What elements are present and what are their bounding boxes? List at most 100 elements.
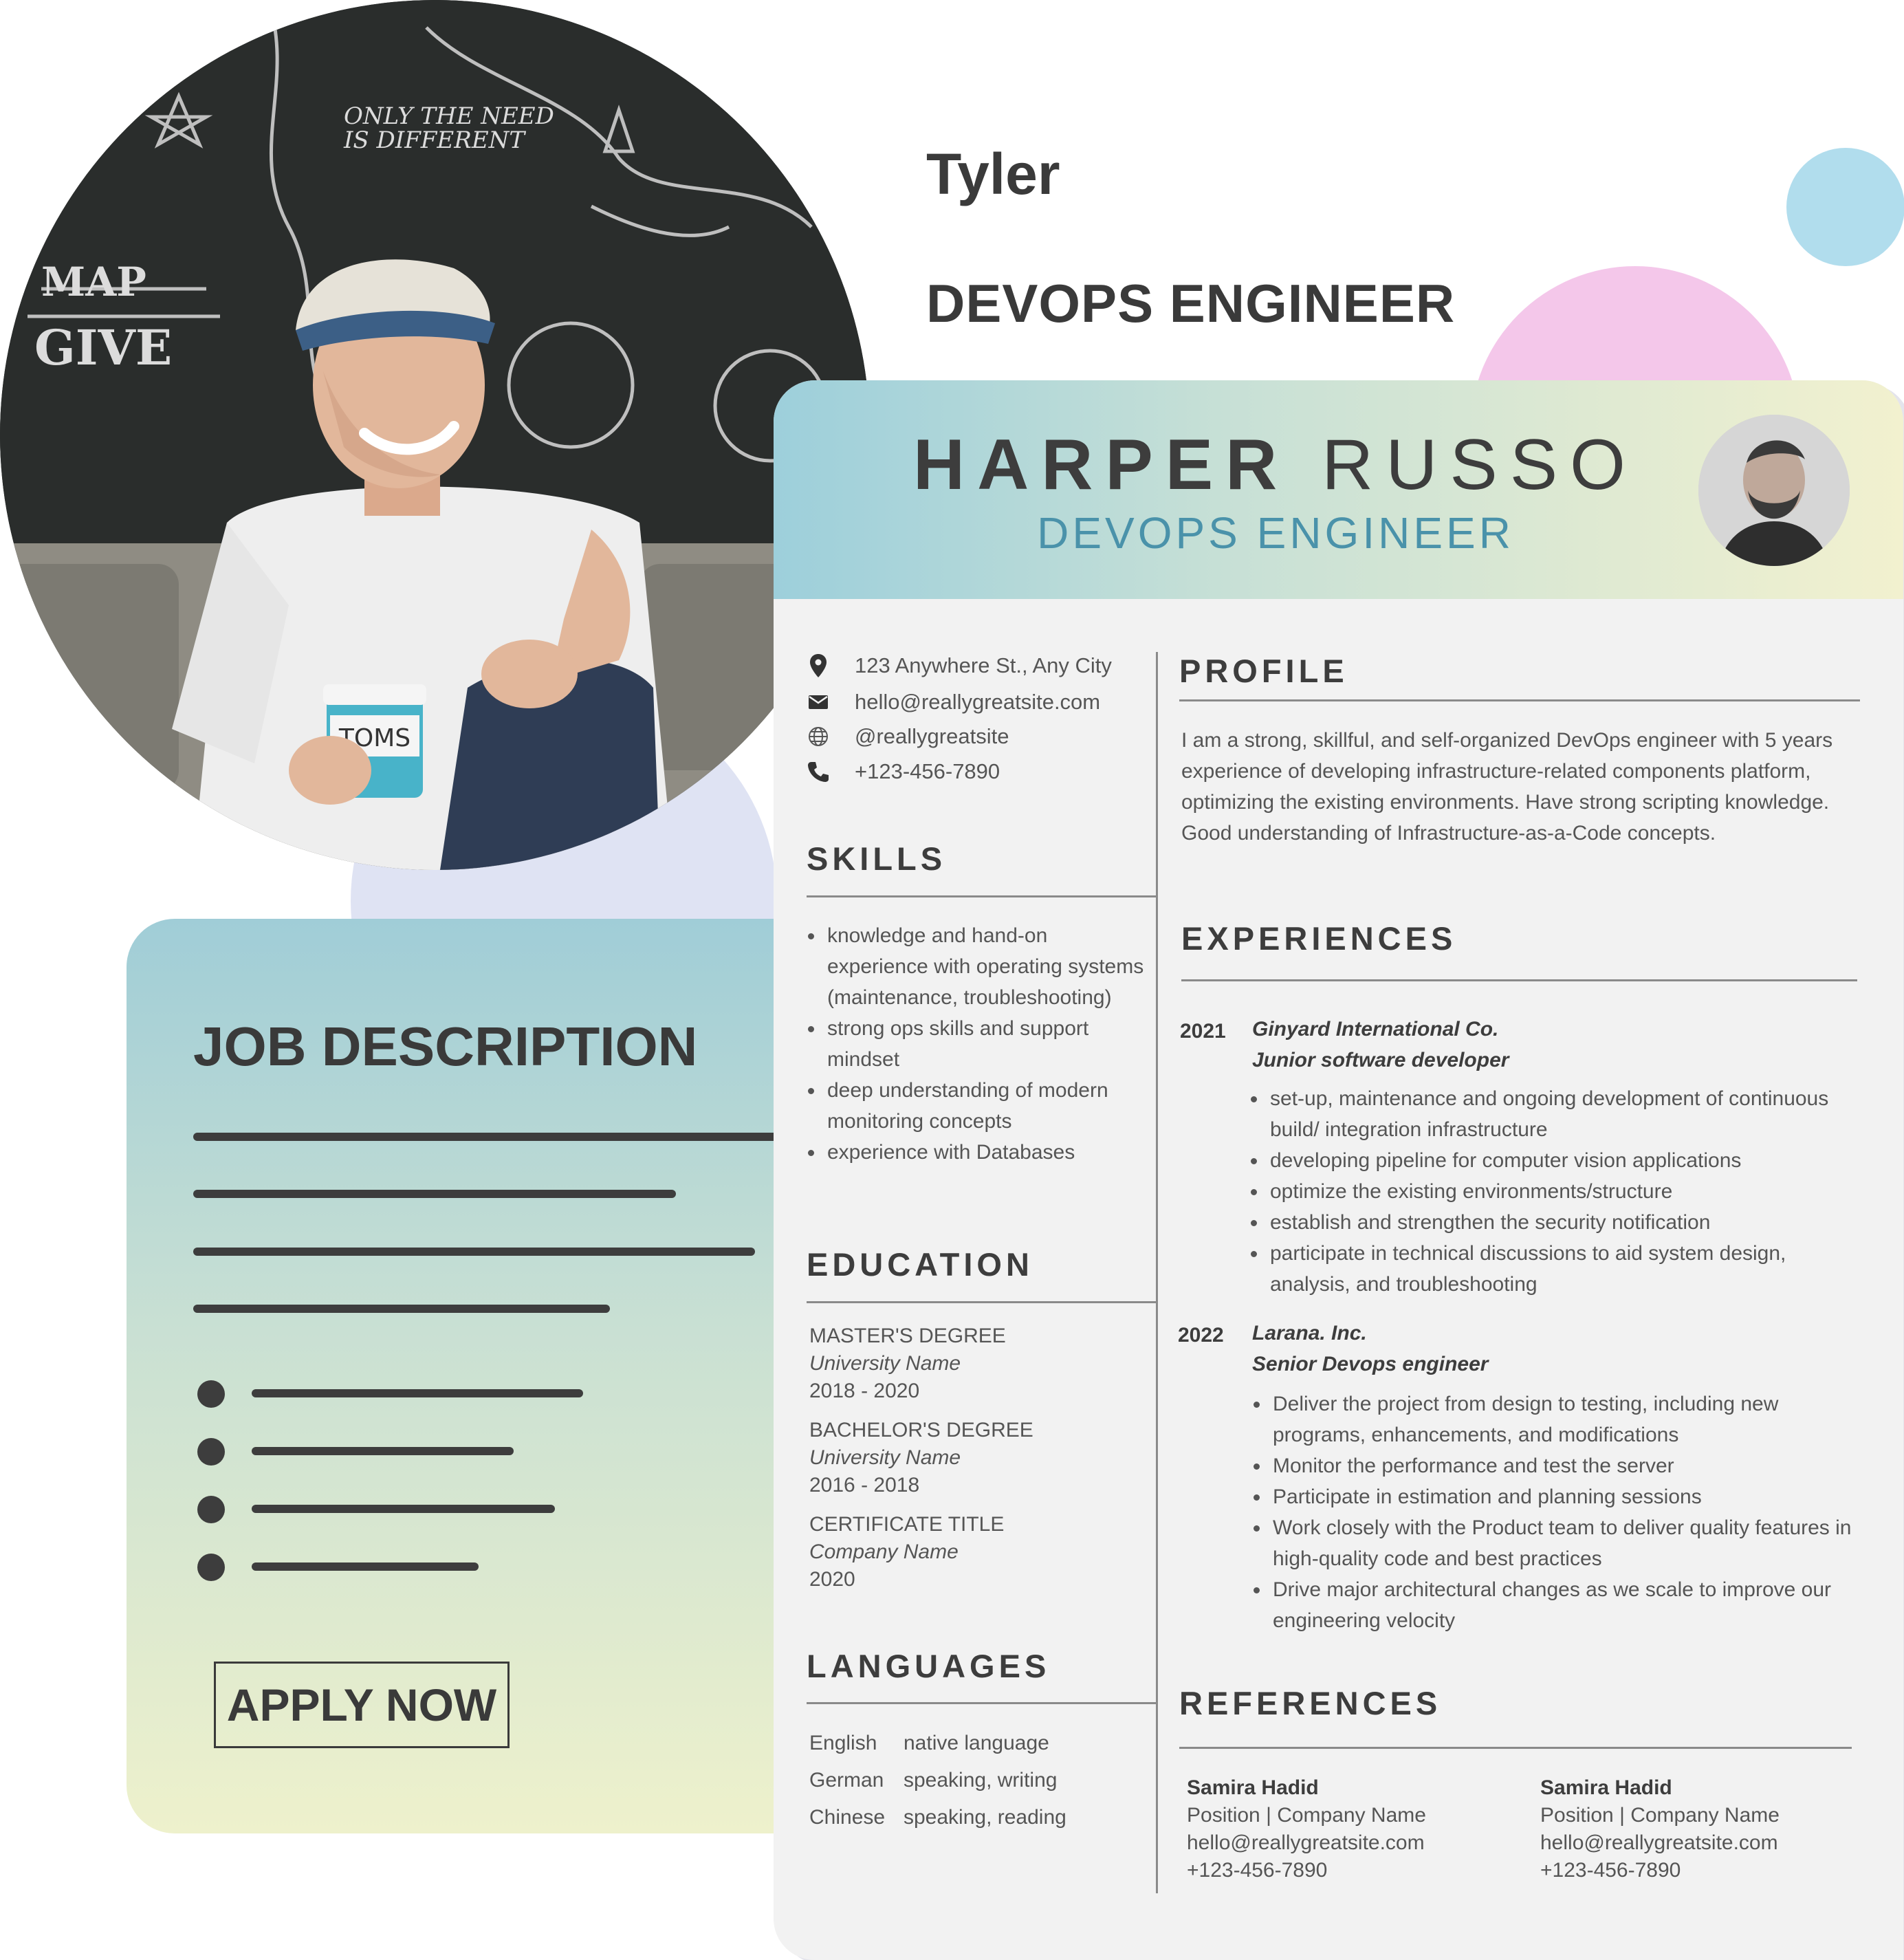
bullet-dot — [197, 1438, 225, 1466]
experience-heading: Ginyard International Co. Junior softwar… — [1252, 1014, 1509, 1076]
hero-job-title: DEVOPS ENGINEER — [926, 273, 1456, 334]
reference-position: Position | Company Name — [1540, 1804, 1780, 1827]
degree-years: 2018 - 2020 — [809, 1380, 920, 1402]
resume-last-name: RUSSO — [1322, 425, 1638, 505]
language-name: English — [809, 1732, 877, 1754]
language-row: English native language — [809, 1732, 1049, 1755]
language-name: Chinese — [809, 1806, 886, 1829]
phone-icon — [807, 760, 830, 783]
resume-job-title: DEVOPS ENGINEER — [1037, 508, 1514, 558]
skill-item: knowledge and hand-on experience with op… — [807, 920, 1150, 1013]
degree-name: MASTER'S DEGREE — [809, 1325, 1006, 1347]
section-divider — [1179, 699, 1860, 701]
bullet-dot — [197, 1380, 225, 1408]
bullet-dot — [197, 1496, 225, 1523]
language-row: German speaking, writing — [809, 1769, 1057, 1792]
section-divider — [807, 895, 1156, 897]
hero-name: Tyler — [926, 142, 1060, 206]
address-text: 123 Anywhere St., Any City — [855, 653, 1112, 677]
experience-bullets: set-up, maintenance and ongoing developm… — [1249, 1083, 1868, 1300]
experience-bullet: set-up, maintenance and ongoing developm… — [1249, 1083, 1868, 1145]
column-divider — [1156, 652, 1158, 1893]
resume-header: HARPER RUSSO DEVOPS ENGINEER — [774, 380, 1903, 599]
skill-item: experience with Databases — [807, 1137, 1150, 1168]
education-item: CERTIFICATE TITLE Company Name 2020 — [809, 1511, 1004, 1593]
school-name: University Name — [809, 1446, 961, 1469]
envelope-icon — [807, 690, 830, 714]
language-level: speaking, writing — [904, 1769, 1058, 1792]
experience-bullet: developing pipeline for computer vision … — [1249, 1145, 1868, 1176]
bullet-dot — [197, 1554, 225, 1581]
education-item: BACHELOR'S DEGREE University Name 2016 -… — [809, 1417, 1033, 1499]
degree-name: CERTIFICATE TITLE — [809, 1513, 1005, 1536]
phone-text: +123-456-7890 — [855, 759, 1000, 783]
job-description-heading: JOB DESCRIPTION — [193, 1016, 698, 1077]
section-divider — [807, 1301, 1156, 1303]
language-level: speaking, reading — [904, 1806, 1066, 1829]
languages-heading: LANGUAGES — [807, 1648, 1051, 1684]
contact-phone: +123-456-7890 — [807, 759, 1000, 784]
map-pin-icon — [807, 654, 830, 677]
experience-heading: Larana. Inc. Senior Devops engineer — [1252, 1318, 1488, 1380]
contact-address: 123 Anywhere St., Any City — [807, 653, 1112, 678]
degree-name: BACHELOR'S DEGREE — [809, 1419, 1033, 1441]
experience-bullet: participate in technical discussions to … — [1249, 1238, 1868, 1300]
skill-item: deep understanding of modern monitoring … — [807, 1075, 1150, 1137]
experience-bullet: Participate in estimation and planning s… — [1252, 1481, 1871, 1512]
reference-card: Samira Hadid Position | Company Name hel… — [1187, 1774, 1426, 1884]
experience-bullet: Drive major architectural changes as we … — [1252, 1574, 1871, 1636]
svg-text:IS DIFFERENT: IS DIFFERENT — [343, 127, 526, 154]
website-text[interactable]: @reallygreatsite — [855, 724, 1009, 749]
experience-bullet: Monitor the performance and test the ser… — [1252, 1450, 1871, 1481]
language-name: German — [809, 1769, 884, 1792]
section-divider — [807, 1702, 1156, 1704]
resume-document: HARPER RUSSO DEVOPS ENGINEER 123 Anywher… — [774, 380, 1903, 1960]
experience-bullet: Deliver the project from design to testi… — [1252, 1389, 1871, 1450]
resume-avatar — [1698, 415, 1850, 566]
profile-text: I am a strong, skillful, and self-organi… — [1181, 729, 1833, 845]
contact-website: @reallygreatsite — [807, 724, 1009, 749]
placeholder-text-line — [252, 1389, 583, 1397]
reference-phone: +123-456-7890 — [1187, 1859, 1328, 1882]
reference-name: Samira Hadid — [1540, 1776, 1672, 1799]
education-item: MASTER'S DEGREE University Name 2018 - 2… — [809, 1322, 1006, 1405]
role-name: Senior Devops engineer — [1252, 1353, 1489, 1375]
blue-decor-circle — [1786, 148, 1904, 266]
reference-phone: +123-456-7890 — [1540, 1859, 1681, 1882]
skill-item: strong ops skills and support mindset — [807, 1013, 1150, 1075]
placeholder-text-line — [252, 1447, 514, 1455]
email-text[interactable]: hello@reallygreatsite.com — [855, 690, 1100, 715]
reference-card: Samira Hadid Position | Company Name hel… — [1540, 1774, 1780, 1884]
svg-text:ONLY THE NEED: ONLY THE NEED — [344, 102, 554, 130]
company-name: Larana. Inc. — [1252, 1322, 1367, 1344]
contact-email: hello@reallygreatsite.com — [807, 690, 1100, 715]
reference-name: Samira Hadid — [1187, 1776, 1319, 1799]
company-name: Ginyard International Co. — [1252, 1018, 1499, 1041]
globe-icon — [807, 725, 830, 748]
svg-text:GIVE: GIVE — [34, 319, 172, 376]
school-name: Company Name — [809, 1540, 959, 1563]
candidate-photo: MAP GIVE ONLY THE NEED IS DIFFERENT TOMS — [0, 0, 870, 870]
reference-email[interactable]: hello@reallygreatsite.com — [1187, 1829, 1426, 1857]
experience-year: 2022 — [1178, 1324, 1224, 1347]
placeholder-text-line — [193, 1190, 676, 1198]
experience-year: 2021 — [1180, 1020, 1226, 1043]
skills-list: knowledge and hand-on experience with op… — [807, 920, 1150, 1168]
section-divider — [1181, 979, 1857, 981]
experience-bullet: optimize the existing environments/struc… — [1249, 1176, 1868, 1207]
education-heading: EDUCATION — [807, 1246, 1033, 1283]
section-divider — [1179, 1747, 1852, 1749]
resume-first-name: HARPER — [913, 425, 1290, 505]
svg-text:MAP: MAP — [41, 259, 146, 305]
experiences-heading: EXPERIENCES — [1181, 920, 1457, 957]
experience-bullets: Deliver the project from design to testi… — [1252, 1389, 1871, 1636]
experience-bullet: Work closely with the Product team to de… — [1252, 1512, 1871, 1574]
reference-email[interactable]: hello@reallygreatsite.com — [1540, 1829, 1780, 1857]
experience-bullet: establish and strengthen the security no… — [1249, 1207, 1868, 1238]
reference-position: Position | Company Name — [1187, 1804, 1426, 1827]
apply-now-button[interactable]: APPLY NOW — [214, 1662, 510, 1748]
placeholder-text-line — [193, 1305, 610, 1313]
school-name: University Name — [809, 1352, 961, 1375]
degree-years: 2016 - 2018 — [809, 1474, 920, 1496]
placeholder-text-line — [252, 1562, 479, 1571]
